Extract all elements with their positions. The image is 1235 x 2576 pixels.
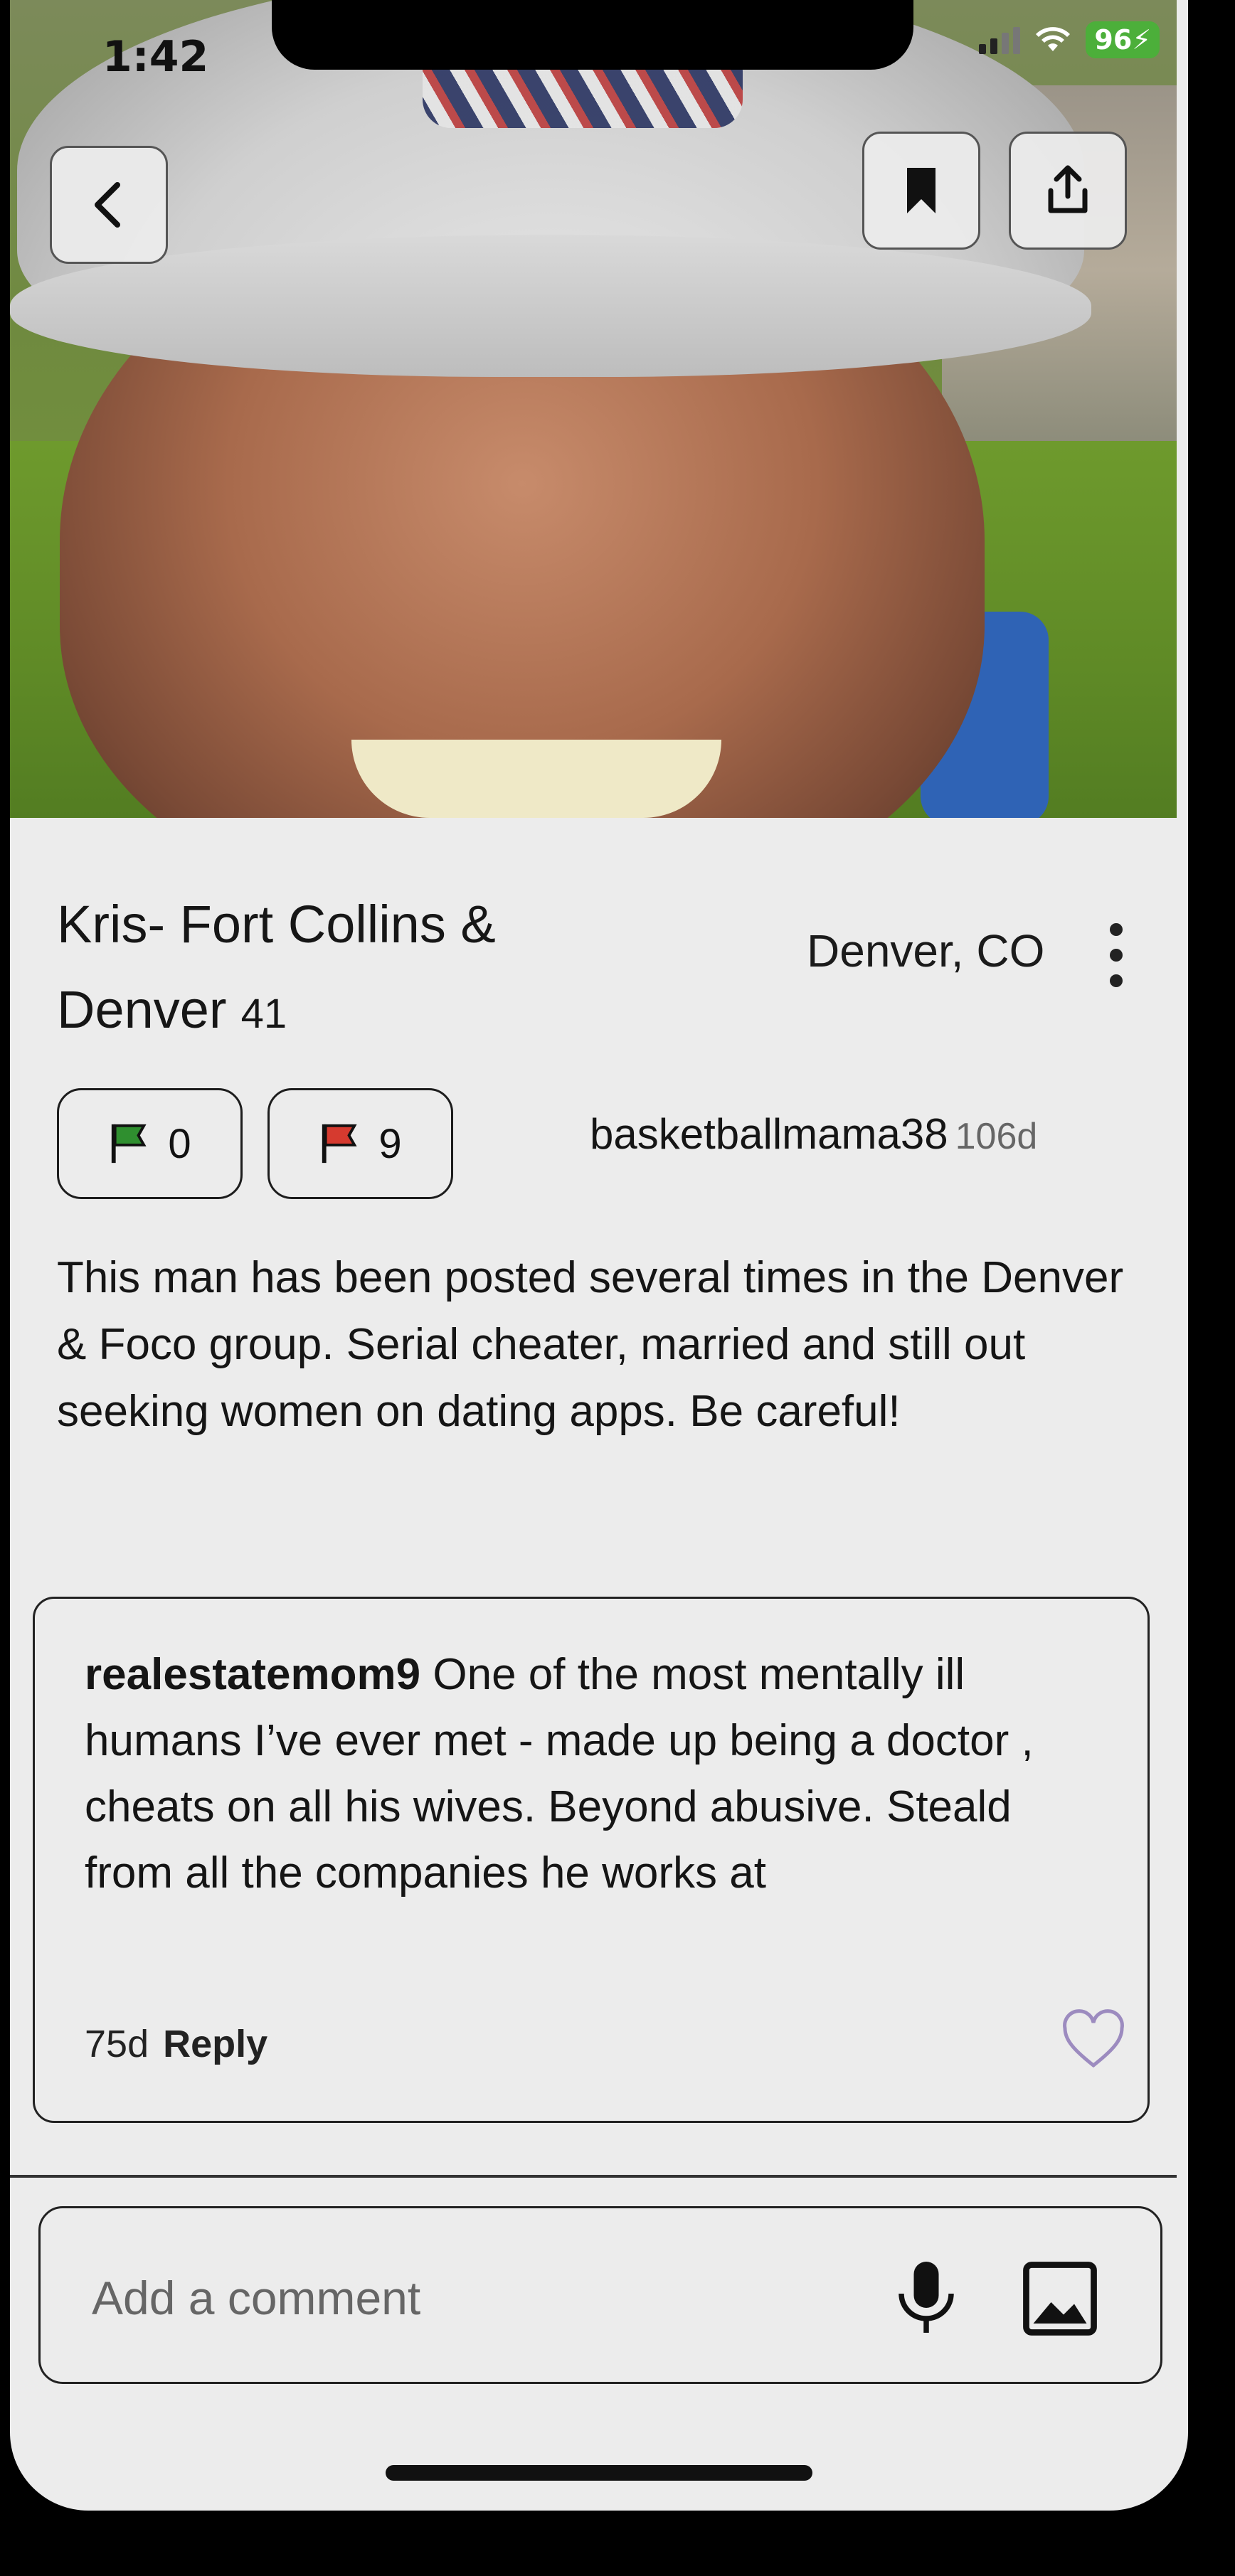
poster-info: basketballmama38 106d — [590, 1109, 1037, 1159]
comment-input-box — [38, 2206, 1162, 2384]
chevron-left-icon — [95, 182, 120, 228]
profile-name-block: Kris- Fort Collins & Denver 41 — [57, 882, 626, 1057]
wifi-icon — [1036, 27, 1071, 51]
profile-location: Denver, CO — [807, 925, 1045, 976]
post-description: This man has been posted several times i… — [57, 1253, 1124, 1436]
home-indicator[interactable] — [386, 2465, 812, 2481]
signal-icon — [979, 26, 1021, 54]
battery-indicator: 96⚡ — [1086, 21, 1160, 58]
red-flag-count: 9 — [378, 1120, 402, 1167]
share-button[interactable] — [1009, 132, 1127, 250]
microphone-icon[interactable] — [894, 2258, 958, 2336]
comment-input[interactable] — [90, 2258, 805, 2338]
charging-icon: ⚡ — [1132, 24, 1151, 55]
image-icon[interactable] — [1021, 2260, 1099, 2338]
post-age: 106d — [955, 1116, 1038, 1157]
photo-cap-brim — [10, 235, 1091, 377]
comment-body: realestatemom9 One of the most mentally … — [85, 1641, 1109, 1906]
photo-smile — [351, 740, 721, 818]
reply-button[interactable]: Reply — [163, 2023, 267, 2065]
status-time: 1:42 — [102, 32, 209, 82]
share-icon — [1048, 165, 1088, 213]
comment-age: 75d — [85, 2023, 149, 2065]
status-indicators: 96⚡ — [979, 21, 1160, 58]
profile-photo — [10, 0, 1177, 818]
section-divider — [10, 2175, 1177, 2178]
device-notch — [272, 0, 913, 70]
comment-meta: 75d Reply — [85, 2022, 267, 2066]
profile-age: 41 — [240, 991, 287, 1037]
more-vertical-icon[interactable] — [1109, 923, 1123, 987]
heart-icon[interactable] — [1059, 2008, 1128, 2072]
red-flag-icon — [322, 1124, 357, 1164]
phone-screen: 1:42 96⚡ Kris- Fort Collins & Denver 41 D… — [10, 0, 1188, 2511]
comment-card: realestatemom9 One of the most mentally … — [33, 1597, 1150, 2123]
bookmark-icon — [907, 168, 935, 213]
comment-username[interactable]: realestatemom9 — [85, 1650, 420, 1699]
green-flag-count: 0 — [168, 1120, 191, 1167]
green-flag-button[interactable]: 0 — [57, 1088, 243, 1199]
poster-username[interactable]: basketballmama38 — [590, 1110, 948, 1158]
back-button[interactable] — [50, 146, 168, 264]
battery-level: 96 — [1094, 24, 1133, 55]
green-flag-icon — [112, 1124, 147, 1164]
red-flag-button[interactable]: 9 — [267, 1088, 453, 1199]
bookmark-button[interactable] — [862, 132, 980, 250]
